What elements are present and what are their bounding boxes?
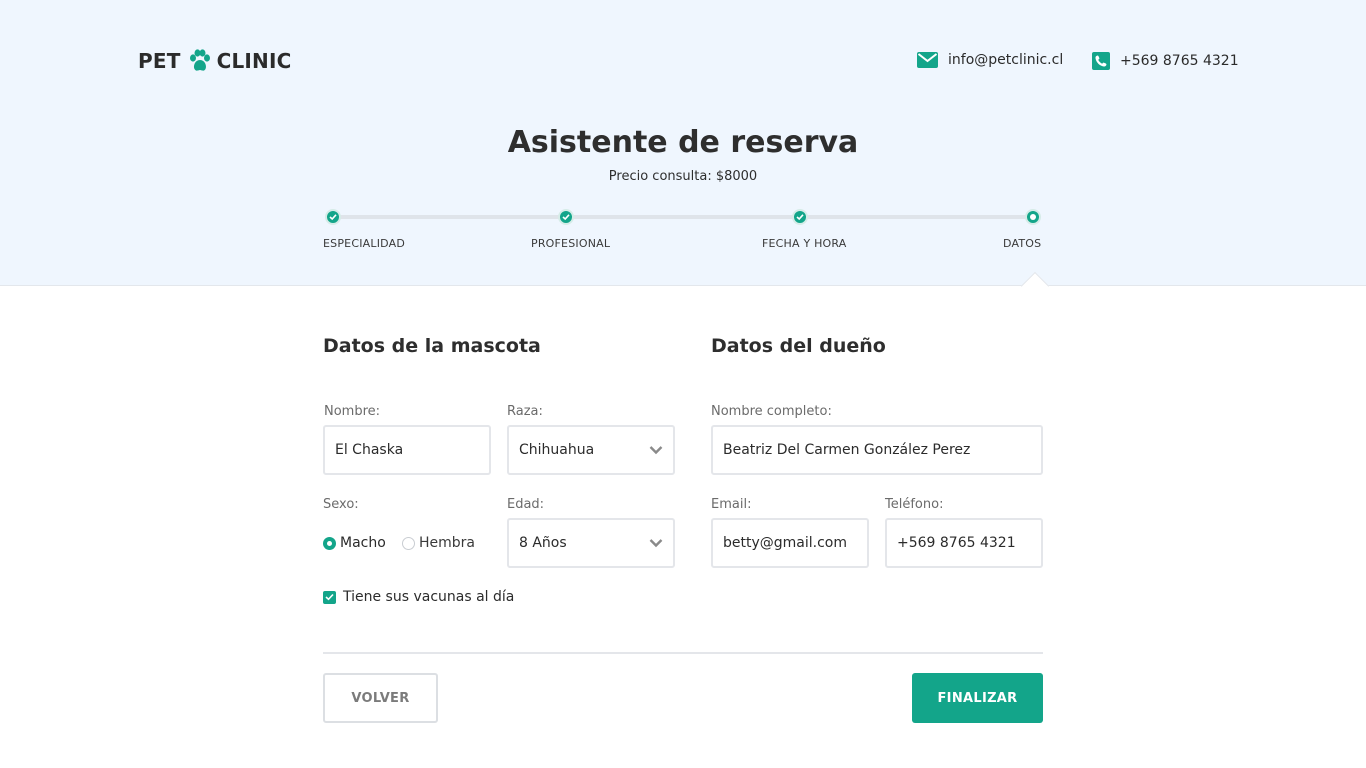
pet-name-label: Nombre: [324, 404, 381, 419]
chevron-down-icon [649, 539, 663, 548]
vaccines-checkbox[interactable]: Tiene sus vacunas al día [323, 589, 514, 605]
sex-option-hembra-label: Hembra [419, 535, 475, 551]
phone-icon [1092, 52, 1110, 70]
step-1-completed-indicator [325, 209, 341, 225]
step-4-current-indicator [1025, 209, 1041, 225]
age-select-value: 8 Años [519, 535, 567, 551]
owner-phone-label: Teléfono: [885, 497, 944, 512]
sex-label: Sexo: [323, 497, 359, 512]
envelope-icon [917, 52, 938, 68]
logo[interactable]: PET CLINIC [138, 49, 292, 73]
step-2-completed-indicator [558, 209, 574, 225]
logo-text-pet: PET [138, 49, 181, 73]
owner-fullname-input[interactable] [711, 425, 1043, 475]
header-email[interactable]: info@petclinic.cl [917, 52, 1063, 68]
breed-select[interactable]: Chihuahua [507, 425, 675, 475]
step-label-fecha-hora[interactable]: FECHA Y HORA [762, 237, 847, 250]
owner-email-input[interactable] [711, 518, 869, 568]
check-icon [562, 214, 570, 221]
checkbox-checked-icon [323, 590, 336, 604]
age-select[interactable]: 8 Años [507, 518, 675, 568]
breed-label: Raza: [507, 404, 543, 419]
back-button[interactable]: VOLVER [323, 673, 438, 723]
pet-section-title: Datos de la mascota [323, 335, 541, 357]
current-step-dot [1030, 214, 1036, 220]
paw-icon [189, 49, 210, 71]
step-label-especialidad[interactable]: ESPECIALIDAD [323, 237, 405, 250]
radio-selected-icon [323, 536, 336, 550]
sex-option-macho-label: Macho [340, 535, 386, 551]
consultation-price: Precio consulta: $8000 [608, 169, 758, 184]
owner-phone-input[interactable] [885, 518, 1043, 568]
owner-email-label: Email: [711, 497, 752, 512]
age-label: Edad: [507, 497, 545, 512]
header-phone-text: +569 8765 4321 [1120, 53, 1239, 69]
form-divider [323, 652, 1043, 654]
header-email-text: info@petclinic.cl [948, 52, 1064, 68]
step-label-datos: DATOS [1003, 237, 1042, 250]
finish-button[interactable]: FINALIZAR [912, 673, 1043, 723]
check-icon [796, 214, 804, 221]
step-3-completed-indicator [792, 209, 808, 225]
sex-radio-macho[interactable]: Macho [323, 535, 386, 551]
step-label-profesional[interactable]: PROFESIONAL [531, 237, 610, 250]
breed-select-value: Chihuahua [519, 442, 595, 458]
stepper-track [333, 215, 1033, 219]
sex-radio-hembra[interactable]: Hembra [402, 535, 475, 551]
radio-unselected-icon [402, 536, 415, 550]
pet-name-input[interactable] [323, 425, 491, 475]
chevron-down-icon [649, 446, 663, 455]
vaccines-checkbox-label: Tiene sus vacunas al día [343, 589, 515, 605]
check-icon [329, 214, 337, 221]
owner-section-title: Datos del dueño [711, 335, 886, 357]
page-title: Asistente de reserva [507, 125, 859, 160]
owner-fullname-label: Nombre completo: [711, 404, 832, 419]
header-banner: PET CLINIC info@petclinic.cl +569 8765 4… [0, 0, 1366, 286]
header-phone[interactable]: +569 8765 4321 [1092, 52, 1239, 70]
logo-text-clinic: CLINIC [216, 49, 292, 73]
